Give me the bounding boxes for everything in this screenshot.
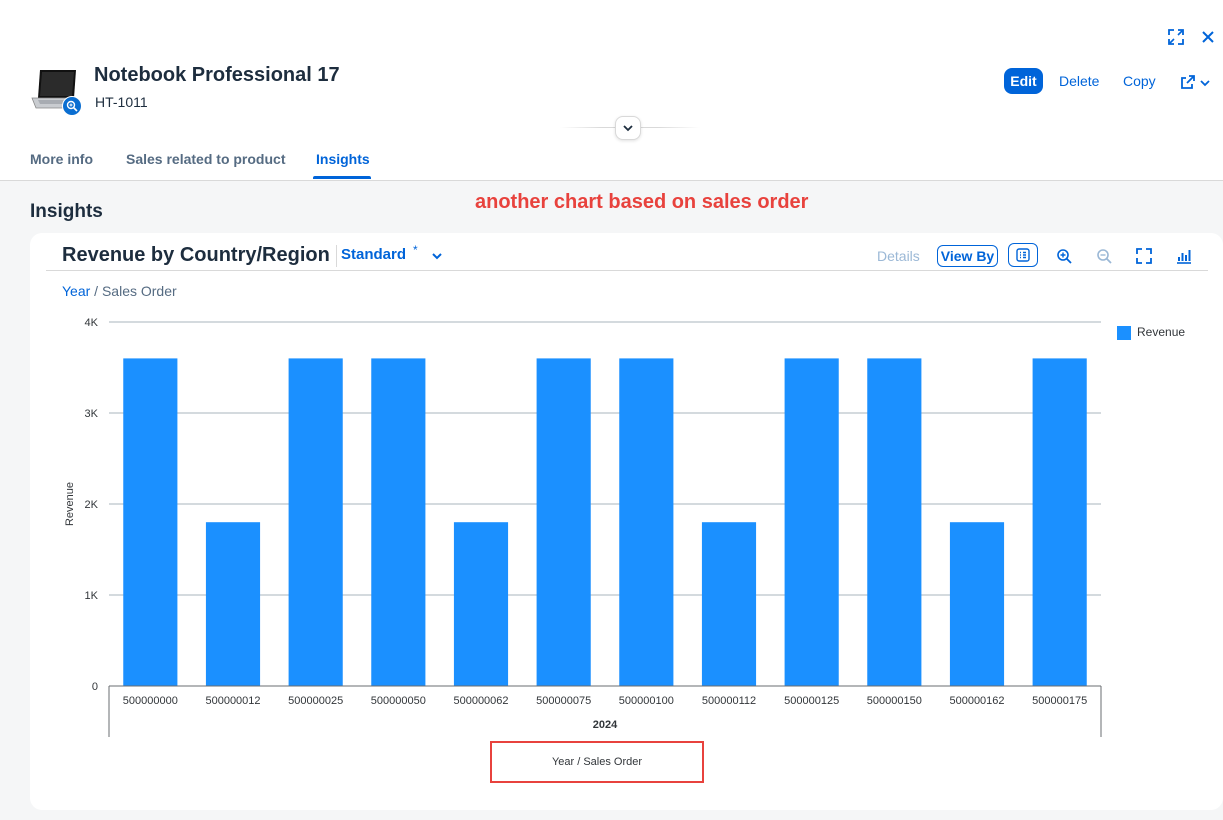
y-tick-label: 4K: [85, 317, 99, 329]
y-axis-title: Revenue: [64, 482, 76, 526]
y-tick-label: 2K: [85, 499, 99, 511]
x-tick-label: 500000025: [288, 695, 343, 707]
bar[interactable]: [205, 522, 261, 686]
bar[interactable]: [1032, 358, 1087, 686]
x-tick-label: 500000050: [371, 695, 426, 707]
bar[interactable]: [371, 358, 426, 686]
legend-label-revenue[interactable]: Revenue: [1137, 325, 1185, 339]
bar[interactable]: [784, 358, 839, 686]
legend-swatch-revenue[interactable]: [1117, 326, 1131, 340]
bar[interactable]: [701, 522, 757, 686]
x-tick-label: 500000075: [536, 695, 591, 707]
bar[interactable]: [867, 358, 922, 686]
x-group-label: 2024: [593, 719, 618, 731]
bar[interactable]: [123, 358, 178, 686]
y-tick-label: 1K: [85, 590, 99, 602]
bar[interactable]: [619, 358, 674, 686]
x-tick-label: 500000150: [867, 695, 922, 707]
x-tick-label: 500000175: [1032, 695, 1087, 707]
highlight-box: [490, 741, 704, 783]
x-tick-label: 500000162: [949, 695, 1004, 707]
y-tick-label: 0: [92, 681, 98, 693]
bar[interactable]: [453, 522, 509, 686]
x-tick-label: 500000012: [205, 695, 260, 707]
x-tick-label: 500000112: [702, 695, 756, 707]
x-tick-label: 500000062: [453, 695, 508, 707]
bar[interactable]: [949, 522, 1005, 686]
x-tick-label: 500000125: [784, 695, 839, 707]
x-tick-label: 500000100: [619, 695, 674, 707]
revenue-bar-chart: 0 1K 2K 3K 4K Revenue 500000000 500000012 500000…: [64, 317, 1102, 737]
x-tick-label: 500000000: [123, 695, 178, 707]
bar[interactable]: [536, 358, 591, 686]
y-tick-label: 3K: [85, 408, 99, 420]
bar[interactable]: [288, 358, 343, 686]
